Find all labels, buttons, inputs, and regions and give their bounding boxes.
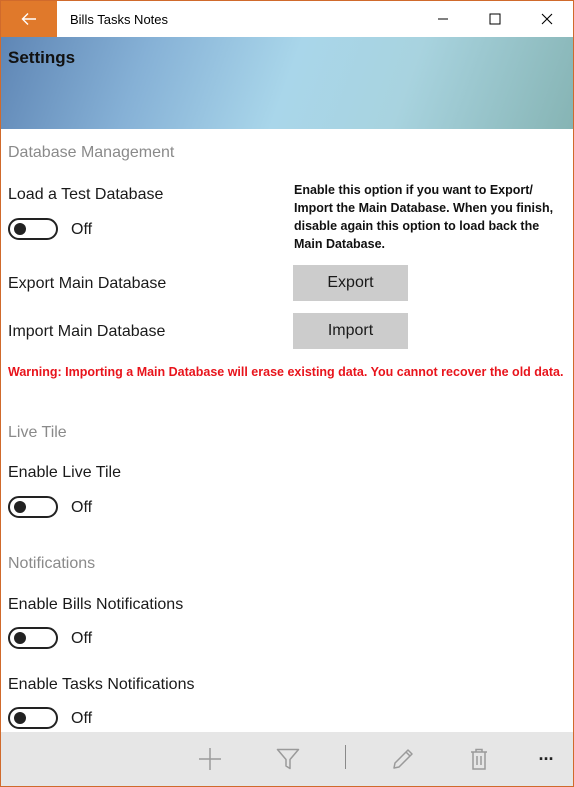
back-button[interactable] bbox=[1, 1, 57, 37]
bills-notifications-state: Off bbox=[71, 630, 93, 647]
export-button[interactable]: Export bbox=[293, 265, 408, 301]
delete-button[interactable] bbox=[462, 742, 496, 776]
maximize-button[interactable] bbox=[469, 1, 521, 37]
bills-notifications-label: Enable Bills Notifications bbox=[8, 596, 184, 613]
section-title-live-tile: Live Tile bbox=[8, 424, 67, 441]
section-title-notifications: Notifications bbox=[8, 555, 96, 572]
bills-notifications-toggle[interactable] bbox=[8, 627, 58, 649]
tasks-notifications-label: Enable Tasks Notifications bbox=[8, 676, 195, 693]
more-button[interactable]: ··· bbox=[529, 742, 563, 776]
import-label: Import Main Database bbox=[8, 323, 166, 340]
edit-button[interactable] bbox=[386, 742, 420, 776]
maximize-icon bbox=[489, 13, 501, 25]
add-icon bbox=[199, 748, 221, 770]
section-title-database: Database Management bbox=[8, 144, 175, 161]
test-database-label: Load a Test Database bbox=[8, 186, 164, 203]
live-tile-toggle[interactable] bbox=[8, 496, 58, 518]
toggle-knob bbox=[14, 632, 26, 644]
tasks-notifications-state: Off bbox=[71, 710, 93, 727]
back-arrow-icon bbox=[21, 13, 36, 25]
toggle-knob bbox=[14, 712, 26, 724]
export-label: Export Main Database bbox=[8, 275, 167, 292]
header-banner: Settings bbox=[1, 37, 573, 129]
bottom-app-bar: ··· bbox=[1, 732, 573, 786]
minimize-icon bbox=[438, 18, 448, 20]
import-warning: Warning: Importing a Main Database will … bbox=[8, 365, 564, 379]
add-button[interactable] bbox=[193, 742, 227, 776]
app-title: Bills Tasks Notes bbox=[70, 11, 169, 27]
test-database-toggle[interactable] bbox=[8, 218, 58, 240]
close-button[interactable] bbox=[521, 1, 573, 37]
window-controls bbox=[417, 1, 573, 37]
live-tile-label: Enable Live Tile bbox=[8, 464, 121, 481]
title-bar: Bills Tasks Notes bbox=[1, 1, 573, 37]
close-icon bbox=[541, 13, 553, 25]
tasks-notifications-toggle[interactable] bbox=[8, 707, 58, 729]
minimize-button[interactable] bbox=[417, 1, 469, 37]
toggle-knob bbox=[14, 223, 26, 235]
toggle-knob bbox=[14, 501, 26, 513]
test-database-state: Off bbox=[71, 221, 93, 238]
edit-icon bbox=[393, 749, 413, 769]
filter-button[interactable] bbox=[271, 742, 305, 776]
filter-icon bbox=[276, 748, 300, 770]
live-tile-state: Off bbox=[71, 499, 93, 516]
page-title: Settings bbox=[8, 48, 76, 67]
more-icon: ··· bbox=[538, 748, 555, 769]
database-info-text: Enable this option if you want to Export… bbox=[294, 183, 554, 251]
import-button[interactable]: Import bbox=[293, 313, 408, 349]
delete-icon bbox=[471, 748, 487, 770]
appbar-separator bbox=[345, 745, 346, 769]
